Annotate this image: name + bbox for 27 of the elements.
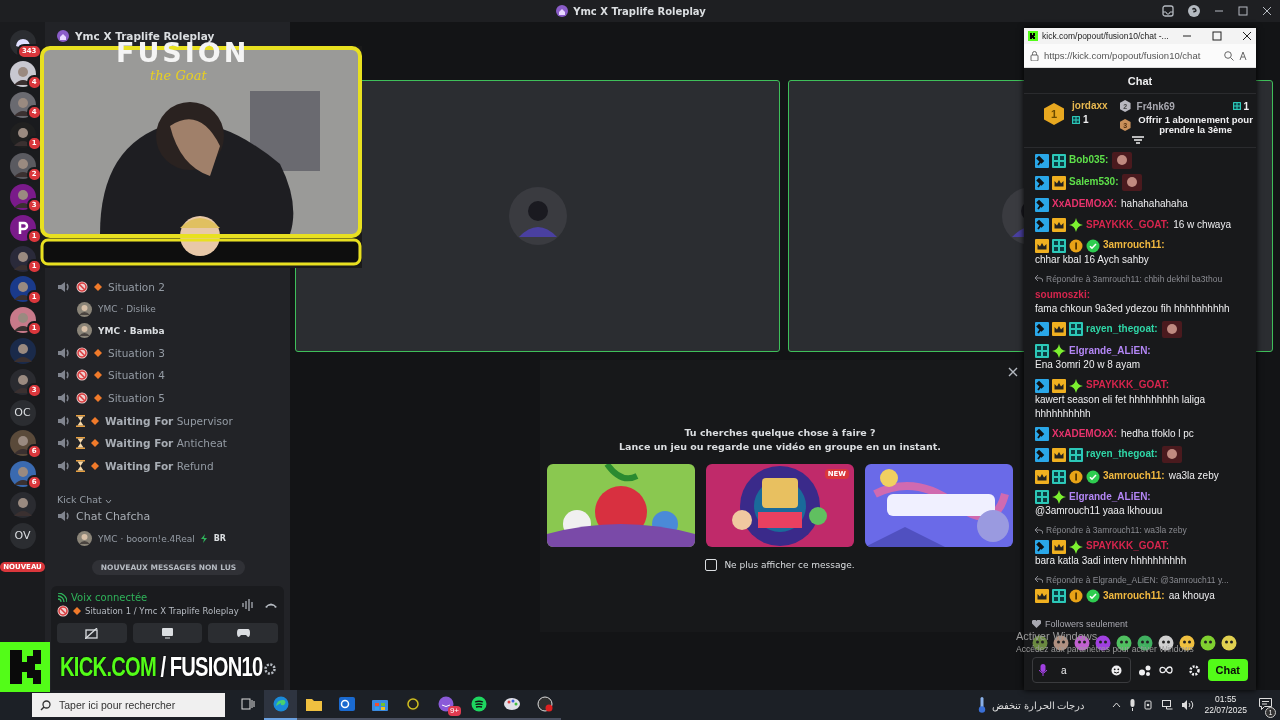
chat-message-text: hedha tfoklo l pc — [1121, 426, 1194, 441]
chat-message-text: bara katla 3adi interv hhhhhhhhhh — [1035, 553, 1187, 568]
app-badge: 9+ — [447, 706, 461, 716]
chat-message-text: kawert season eli fet hhhhhhhhh laliga hhhhhhhhhh — [1035, 392, 1207, 421]
window-title: Ymc X Traplife Roleplay — [573, 5, 706, 17]
gift-count: 1 — [1243, 100, 1250, 112]
chat-message-text: chhar kbal 16 Aych sahby — [1035, 252, 1149, 267]
chat-message-text: Ena 3omri 20 w 8 ayam — [1035, 358, 1141, 372]
chat-message-text: hahahahahaha — [1121, 197, 1188, 211]
overlay-channel: FUSION10 — [169, 651, 263, 683]
chat-message-text: aa khouya — [1168, 588, 1215, 603]
prompt-title: Tu cherches quelque chose à faire ? — [683, 426, 877, 440]
prompt-subtitle: Lance un jeu ou regarde une vidéo en groupe en un instant. — [618, 440, 942, 454]
popup-title: kick.com/popout/fusion10/chat -... — [1042, 31, 1169, 41]
overlay-tagline: the Goat — [150, 68, 207, 83]
overlay-site: KICK.COM — [60, 651, 157, 683]
chat-message-text: wa3la zeby — [1168, 469, 1219, 483]
gift-count: 1 — [1083, 114, 1089, 125]
chat-message-text: 16 w chwaya — [1173, 217, 1231, 232]
overlay-separator: / — [160, 651, 166, 683]
chat-heading: Chat — [1024, 68, 1256, 94]
chat-mode: Followers seulement — [1045, 618, 1128, 629]
voice-status: Voix connectée — [71, 592, 148, 603]
chat-message-text: @3amrouch11 yaaa lkhouuu — [1035, 504, 1163, 518]
chat-message-text: fama chkoun 9a3ed ydezou fih hhhhhhhhhh — [1035, 301, 1230, 316]
member-tag: BR — [213, 534, 226, 543]
rank-badge: 1 — [1044, 103, 1064, 125]
